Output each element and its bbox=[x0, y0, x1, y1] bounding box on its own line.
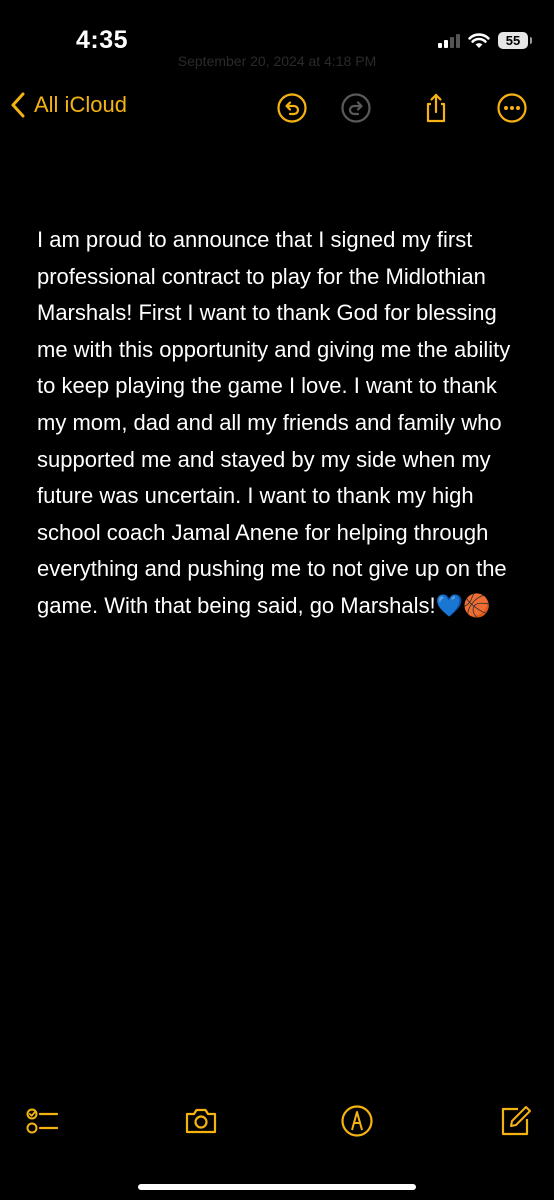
markup-pen-icon[interactable] bbox=[340, 1104, 374, 1138]
chevron-left-icon bbox=[11, 92, 25, 118]
cellular-signal-icon bbox=[438, 33, 460, 48]
navigation-bar: All iCloud bbox=[0, 84, 554, 132]
wifi-icon bbox=[468, 32, 490, 48]
more-options-icon[interactable] bbox=[496, 92, 528, 124]
note-body-text[interactable]: I am proud to announce that I signed my … bbox=[37, 222, 527, 625]
compose-icon[interactable] bbox=[498, 1104, 532, 1138]
note-date: September 20, 2024 at 4:18 PM bbox=[177, 53, 377, 69]
bottom-toolbar bbox=[0, 1100, 554, 1144]
redo-icon[interactable] bbox=[340, 92, 372, 124]
camera-icon[interactable] bbox=[184, 1104, 218, 1138]
share-icon[interactable] bbox=[420, 92, 452, 124]
undo-icon[interactable] bbox=[276, 92, 308, 124]
battery-indicator: 55 bbox=[498, 32, 532, 49]
back-label: All iCloud bbox=[34, 92, 127, 117]
back-button[interactable]: All iCloud bbox=[10, 92, 127, 118]
home-indicator[interactable] bbox=[138, 1184, 416, 1190]
status-time: 4:35 bbox=[76, 26, 129, 54]
status-icons: 55 bbox=[438, 32, 532, 49]
checklist-icon[interactable] bbox=[24, 1104, 58, 1138]
